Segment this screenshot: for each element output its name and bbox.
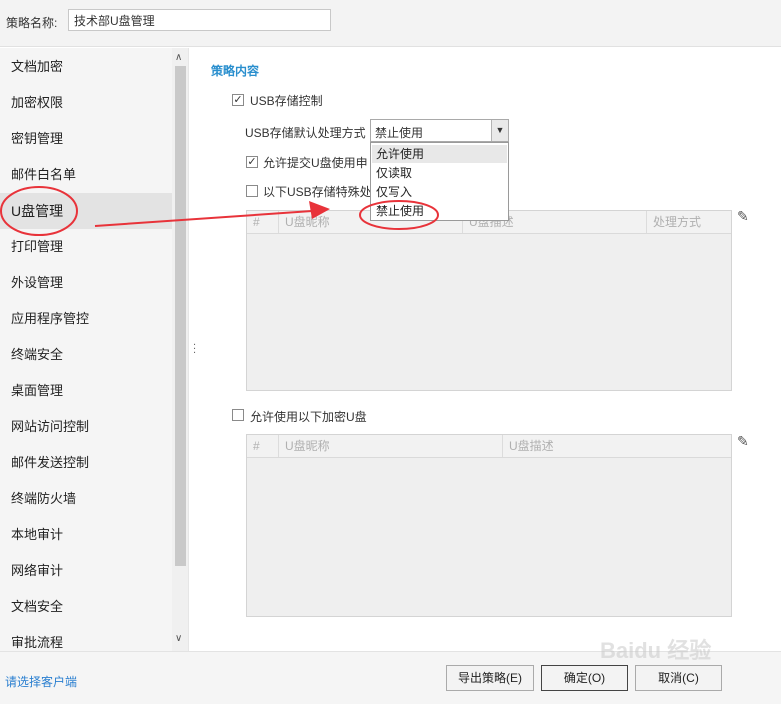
watermark: Baidu 经验 <box>600 638 712 663</box>
pane-splitter-handle[interactable]: ... <box>193 337 196 356</box>
special-usb-table: # U盘昵称 U盘描述 处理方式 <box>246 210 732 391</box>
allow-apply-label: 允许提交U盘使用申 <box>263 156 368 170</box>
option-forbid[interactable]: 禁止使用 <box>372 202 507 220</box>
sidebar-item-print-management[interactable]: 打印管理 <box>0 229 172 265</box>
default-mode-value: 禁止使用 <box>375 126 424 140</box>
sidebar-item-approval-flow[interactable]: 审批流程 <box>0 625 172 651</box>
special-usb-checkbox[interactable] <box>246 185 258 197</box>
sidebar-item-mail-whitelist[interactable]: 邮件白名单 <box>0 157 172 193</box>
section-title: 策略内容 <box>211 64 260 78</box>
sidebar-item-key-management[interactable]: 密钥管理 <box>0 121 172 157</box>
policy-header: 策略名称: <box>0 0 781 47</box>
allow-apply-checkbox[interactable]: ✓ <box>246 156 258 168</box>
cancel-button[interactable]: 取消(C) <box>635 665 722 691</box>
column-index: # <box>247 435 279 457</box>
sidebar-item-mail-send-control[interactable]: 邮件发送控制 <box>0 445 172 481</box>
chevron-up-icon[interactable]: ∧ <box>175 52 182 63</box>
default-mode-dropdown: 允许使用 仅读取 仅写入 禁止使用 <box>370 142 509 221</box>
sidebar-item-document-security[interactable]: 文档安全 <box>0 589 172 625</box>
option-read-only[interactable]: 仅读取 <box>372 164 507 182</box>
usb-control-checkbox[interactable]: ✓ <box>232 94 244 106</box>
sidebar: 文档加密 加密权限 密钥管理 邮件白名单 U盘管理 打印管理 外设管理 应用程序… <box>0 48 189 651</box>
column-index: # <box>247 211 279 233</box>
sidebar-item-endpoint-security[interactable]: 终端安全 <box>0 337 172 373</box>
sidebar-item-firewall[interactable]: 终端防火墙 <box>0 481 172 517</box>
sidebar-item-network-audit[interactable]: 网络审计 <box>0 553 172 589</box>
encrypted-usb-table: # U盘昵称 U盘描述 <box>246 434 732 617</box>
sidebar-item-website-access[interactable]: 网站访问控制 <box>0 409 172 445</box>
sidebar-item-peripheral-management[interactable]: 外设管理 <box>0 265 172 301</box>
sidebar-item-encrypt-permission[interactable]: 加密权限 <box>0 85 172 121</box>
sidebar-scrollbar-thumb[interactable] <box>175 66 186 566</box>
policy-name-input[interactable] <box>68 9 331 31</box>
option-write-only[interactable]: 仅写入 <box>372 183 507 201</box>
usb-control-label: USB存储控制 <box>250 94 323 108</box>
sidebar-item-doc-encrypt[interactable]: 文档加密 <box>0 49 172 85</box>
special-usb-label: 以下USB存储特殊处 <box>263 185 372 199</box>
sidebar-item-desktop-management[interactable]: 桌面管理 <box>0 373 172 409</box>
sidebar-item-usb-management[interactable]: U盘管理 <box>0 193 172 229</box>
default-mode-select[interactable]: 禁止使用 ▼ <box>370 119 509 142</box>
pencil-icon[interactable]: ✎ <box>737 208 749 225</box>
sidebar-item-app-control[interactable]: 应用程序管控 <box>0 301 172 337</box>
chevron-down-icon[interactable]: ∨ <box>175 633 182 644</box>
triangle-down-icon[interactable]: ▼ <box>491 120 508 141</box>
table-header: # U盘昵称 U盘描述 <box>247 435 731 458</box>
column-handling-mode: 处理方式 <box>653 215 702 229</box>
column-usb-nickname: U盘昵称 <box>279 435 503 457</box>
allow-encrypted-label: 允许使用以下加密U盘 <box>250 410 367 424</box>
ok-button[interactable]: 确定(O) <box>541 665 628 691</box>
allow-encrypted-checkbox[interactable] <box>232 409 244 421</box>
select-client-link[interactable]: 请选择客户端 <box>5 673 77 690</box>
column-usb-description: U盘描述 <box>509 439 554 453</box>
export-policy-button[interactable]: 导出策略(E) <box>446 665 534 691</box>
option-allow[interactable]: 允许使用 <box>372 145 507 163</box>
sidebar-item-local-audit[interactable]: 本地审计 <box>0 517 172 553</box>
policy-name-label: 策略名称: <box>6 16 58 30</box>
pencil-icon[interactable]: ✎ <box>737 433 749 450</box>
default-mode-label: USB存储默认处理方式 <box>245 126 366 140</box>
